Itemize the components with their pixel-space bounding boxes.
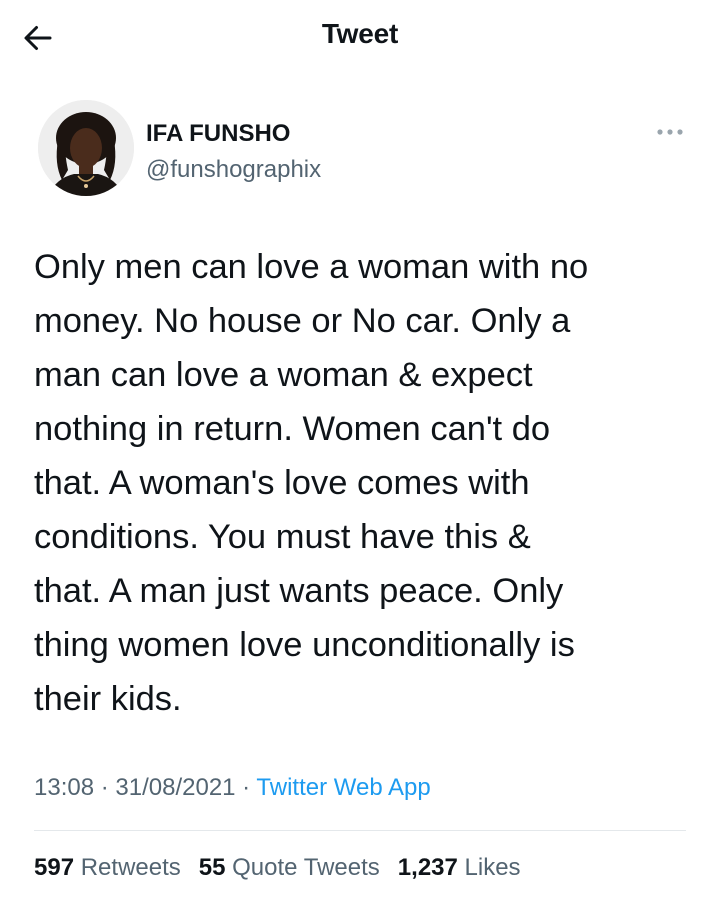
tweet-meta: 13:08 · 31/08/2021 · Twitter Web App <box>34 774 431 802</box>
more-options-button[interactable] <box>652 122 688 142</box>
tweet-author: IFA FUNSHO @funshographix <box>38 100 688 200</box>
tweet-date[interactable]: 31/08/2021 <box>115 774 235 801</box>
tweet-source-link[interactable]: Twitter Web App <box>256 774 430 801</box>
likes-stat[interactable]: 1,237 Likes <box>398 854 521 882</box>
tweet-time[interactable]: 13:08 <box>34 774 94 801</box>
display-name[interactable]: IFA FUNSHO <box>146 120 290 148</box>
quote-tweets-count: 55 <box>198 854 226 881</box>
user-handle[interactable]: @funshographix <box>146 156 321 184</box>
retweets-stat[interactable]: 597 Retweets <box>34 854 181 882</box>
likes-count: 1,237 <box>397 854 458 881</box>
meta-separator: · <box>235 774 257 801</box>
quote-tweets-label: Quote Tweets <box>232 854 380 881</box>
divider <box>34 830 686 831</box>
avatar-image <box>38 100 134 196</box>
page-title: Tweet <box>321 18 399 49</box>
quote-tweets-stat[interactable]: 55 Quote Tweets <box>199 854 380 882</box>
avatar[interactable] <box>38 100 134 196</box>
meta-separator: · <box>94 774 116 801</box>
retweets-label: Retweets <box>80 854 181 881</box>
retweets-count: 597 <box>34 854 75 881</box>
tweet-stats: 597 Retweets 55 Quote Tweets 1,237 Likes <box>34 854 521 882</box>
tweet-text: Only men can love a woman with no money.… <box>34 248 589 718</box>
more-horizontal-icon <box>657 129 683 135</box>
tweet-header: Tweet <box>0 0 720 80</box>
likes-label: Likes <box>464 854 521 881</box>
